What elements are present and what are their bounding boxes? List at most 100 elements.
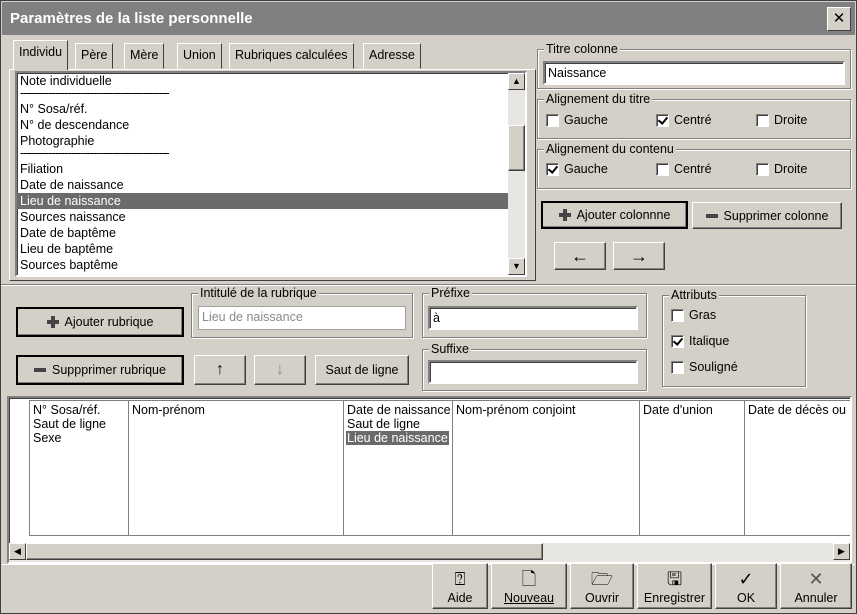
- scroll-up-button[interactable]: ▲: [508, 73, 525, 90]
- add-rubrique-button[interactable]: Ajouter rubrique: [16, 307, 184, 337]
- field-list[interactable]: Note individuelle -----------------------…: [15, 71, 527, 277]
- checkbox-label: Droite: [774, 162, 808, 176]
- line-break-button[interactable]: Saut de ligne: [315, 355, 409, 385]
- new-label: Nouveau: [504, 591, 554, 605]
- title-bar: Paramètres de la liste personnelle ✕: [2, 2, 855, 35]
- italic-checkbox[interactable]: Italique: [671, 334, 729, 348]
- list-item[interactable]: Date de naissance: [17, 177, 508, 193]
- list-item[interactable]: Lieu de baptême: [17, 241, 508, 257]
- save-button[interactable]: 🖫 Enregistrer: [637, 563, 712, 609]
- hscroll-thumb[interactable]: [26, 543, 543, 560]
- close-icon: ✕: [832, 10, 846, 27]
- heading-input[interactable]: Lieu de naissance: [198, 306, 406, 330]
- preview-column-line: Nom-prénom conjoint: [456, 403, 576, 417]
- cancel-button[interactable]: ✕ Annuler: [780, 563, 852, 609]
- plus-icon: [46, 316, 59, 328]
- content-align-left-checkbox[interactable]: Gauche: [546, 162, 608, 176]
- open-button[interactable]: 🗁 Ouvrir: [570, 563, 634, 609]
- title-alignment-label: Alignement du titre: [544, 92, 653, 106]
- line-break-label: Saut de ligne: [325, 363, 399, 377]
- heading-label: Intitulé de la rubrique: [198, 286, 319, 300]
- add-rubrique-label: Ajouter rubrique: [64, 315, 154, 329]
- checkbox-label: Gauche: [564, 162, 608, 176]
- content-align-right-checkbox[interactable]: Droite: [756, 162, 807, 176]
- list-item[interactable]: N° Sosa/réf.: [17, 101, 508, 117]
- preview-column-line: Saut de ligne: [33, 417, 106, 431]
- checkbox-box: [546, 113, 559, 127]
- tab-adresse[interactable]: Adresse: [363, 43, 421, 69]
- move-column-left-button[interactable]: ←: [554, 242, 606, 270]
- suffix-label: Suffixe: [429, 342, 471, 356]
- plus-icon: [558, 209, 571, 221]
- checkbox-box-checked: [656, 113, 669, 127]
- title-align-center-checkbox[interactable]: Centré: [656, 113, 712, 127]
- list-separator: ----------------------------------------…: [20, 89, 170, 100]
- scroll-thumb[interactable]: [508, 125, 525, 171]
- tab-individu[interactable]: Individu: [13, 40, 69, 70]
- remove-column-label: Supprimer colonne: [723, 208, 829, 223]
- list-item[interactable]: Photographie: [17, 133, 508, 149]
- field-list-items: Note individuelle -----------------------…: [17, 73, 508, 273]
- move-column-right-button[interactable]: →: [613, 242, 665, 270]
- scroll-down-button[interactable]: ▼: [508, 258, 525, 275]
- close-button[interactable]: ✕: [827, 7, 851, 31]
- bold-checkbox[interactable]: Gras: [671, 308, 716, 322]
- window-title: Paramètres de la liste personnelle: [10, 10, 253, 27]
- new-button[interactable]: 🗋 Nouveau: [491, 563, 567, 609]
- tab-label: Père: [81, 48, 108, 62]
- help-label: Aide: [447, 591, 473, 605]
- ok-button[interactable]: ✓ OK: [715, 563, 777, 609]
- underline-checkbox[interactable]: Souligné: [671, 360, 738, 374]
- column-title-input[interactable]: Naissance: [543, 61, 845, 85]
- arrow-right-icon: →: [630, 245, 648, 266]
- list-item[interactable]: Date de baptême: [17, 225, 508, 241]
- preview-column[interactable]: Nom-prénom conjoint: [452, 400, 640, 536]
- checkbox-label: Centré: [674, 162, 712, 176]
- title-align-left-checkbox[interactable]: Gauche: [546, 113, 608, 127]
- title-align-right-checkbox[interactable]: Droite: [756, 113, 807, 127]
- list-separator: ----------------------------------------…: [20, 149, 170, 160]
- checkbox-box: [756, 162, 769, 176]
- move-rubrique-down-button[interactable]: ↓: [254, 355, 306, 385]
- preview-column[interactable]: Date de naissance Saut de ligne Lieu de na…: [343, 400, 453, 536]
- remove-rubrique-button[interactable]: Suppprimer rubrique: [16, 355, 184, 385]
- columns-preview[interactable]: N° Sosa/réf. Saut de ligne Sexe Nom-prénom D…: [7, 396, 852, 564]
- checkbox-label: Droite: [774, 113, 808, 127]
- list-item[interactable]: Filiation: [17, 161, 508, 177]
- new-document-icon: 🗋: [521, 569, 537, 589]
- list-item[interactable]: Lieu de naissance: [17, 193, 508, 209]
- preview-column[interactable]: Date de décès ou: [744, 400, 850, 536]
- tab-rubriques-calculees[interactable]: Rubriques calculées: [229, 43, 354, 69]
- cross-icon: ✕: [808, 569, 824, 589]
- list-item[interactable]: Sources naissance: [17, 209, 508, 225]
- field-list-scrollbar[interactable]: ▲ ▼: [508, 73, 525, 275]
- remove-column-button[interactable]: Supprimer colonne: [692, 202, 842, 229]
- list-item[interactable]: N° de descendance: [17, 117, 508, 133]
- floppy-disk-icon: 🖫: [666, 569, 683, 589]
- move-rubrique-up-button[interactable]: ↑: [194, 355, 246, 385]
- arrow-down-icon: ↓: [276, 361, 284, 378]
- scroll-left-button[interactable]: ◀: [9, 543, 26, 560]
- list-item[interactable]: Note individuelle: [17, 73, 508, 89]
- scroll-right-button[interactable]: ▶: [833, 543, 850, 560]
- preview-column[interactable]: Date d'union: [639, 400, 745, 536]
- attributes-label: Attributs: [669, 288, 719, 302]
- add-column-button[interactable]: Ajouter colonnne: [541, 201, 688, 229]
- tab-mere[interactable]: Mère: [124, 43, 165, 69]
- checkbox-box: [756, 113, 769, 127]
- prefix-input[interactable]: à: [428, 306, 638, 330]
- content-align-center-checkbox[interactable]: Centré: [656, 162, 712, 176]
- preview-column[interactable]: N° Sosa/réf. Saut de ligne Sexe: [29, 400, 129, 536]
- preview-column[interactable]: Nom-prénom: [128, 400, 344, 536]
- suffix-input[interactable]: [428, 360, 638, 384]
- columns-hscrollbar[interactable]: ◀ ▶: [9, 543, 850, 562]
- help-button[interactable]: ⍰ Aide: [432, 563, 488, 609]
- open-label: Ouvrir: [584, 591, 620, 605]
- minus-icon: [705, 210, 718, 222]
- tab-union[interactable]: Union: [177, 43, 222, 69]
- help-icon: ⍰: [454, 569, 466, 589]
- open-folder-icon: 🗁: [590, 569, 614, 589]
- content-alignment-label: Alignement du contenu: [544, 142, 676, 156]
- list-item[interactable]: Sources baptême: [17, 257, 508, 273]
- tab-pere[interactable]: Père: [75, 43, 114, 69]
